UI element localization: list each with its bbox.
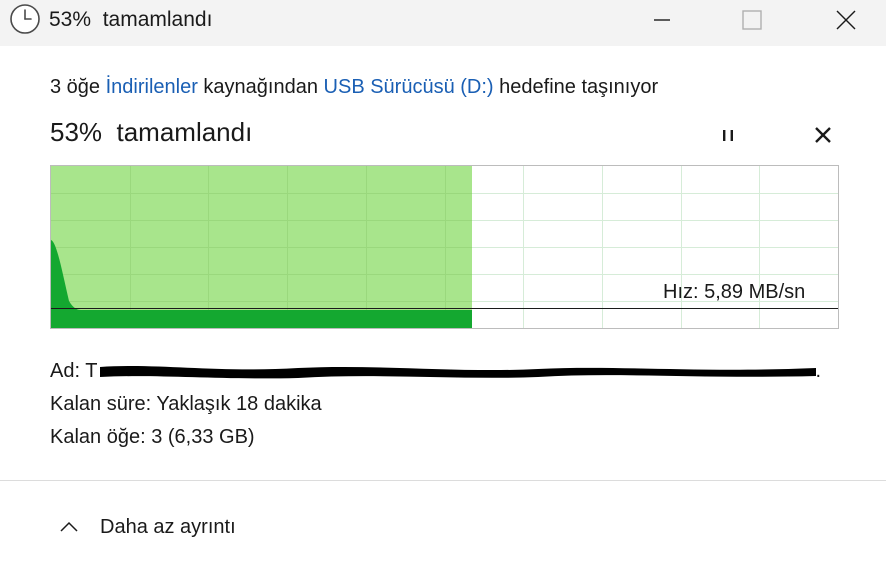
fewer-details-label: Daha az ayrıntı [100,515,236,538]
redaction-scribble [100,366,816,379]
progress-headline: 53% tamamlandı [50,117,253,147]
cancel-button[interactable] [806,120,840,150]
pause-button[interactable] [710,120,746,150]
maximize-icon [742,10,762,30]
footer-divider [0,480,886,481]
source-suffix-text: kaynağından [197,76,324,98]
item-count-text: 3 öğe [50,76,106,98]
file-name-row: Ad: T. [50,355,840,388]
destination-drive-link[interactable]: USB Sürücüsü (D:) [324,76,494,98]
file-name-visible-start: T [85,360,98,382]
source-folder-link[interactable]: İndirilenler [106,76,198,98]
pause-icon [723,130,733,141]
remaining-items-label: Kalan öğe: [50,426,152,448]
close-icon [815,127,831,143]
title-bar: 53% tamamlandı [0,0,886,46]
window-title: 53% tamamlandı [49,8,213,31]
remaining-items-row: Kalan öğe: 3 (6,33 GB) [50,421,840,454]
remaining-time-label: Kalan süre: [50,393,157,415]
minimize-icon [654,19,670,21]
transfer-details: Ad: T. Kalan süre: Yaklaşık 18 dakika Ka… [50,355,840,454]
file-name-label: Ad: [50,360,86,382]
transfer-description: 3 öğe İndirilenler kaynağından USB Sürüc… [50,76,658,99]
remaining-time-value: Yaklaşık 18 dakika [156,393,322,415]
fewer-details-toggle[interactable]: Daha az ayrıntı [58,507,236,547]
minimize-button[interactable] [639,0,685,40]
chevron-up-icon [60,521,78,532]
destination-suffix-text: hedefine taşınıyor [493,76,659,98]
close-icon [836,10,856,30]
speed-graph: Hız: 5,89 MB/sn [50,165,839,329]
close-window-button[interactable] [823,0,869,40]
speed-label: Hız: 5,89 MB/sn [663,281,806,303]
remaining-items-value: 3 (6,33 GB) [151,426,255,448]
maximize-button[interactable] [729,0,775,40]
clock-icon [9,3,41,35]
remaining-time-row: Kalan süre: Yaklaşık 18 dakika [50,388,840,421]
